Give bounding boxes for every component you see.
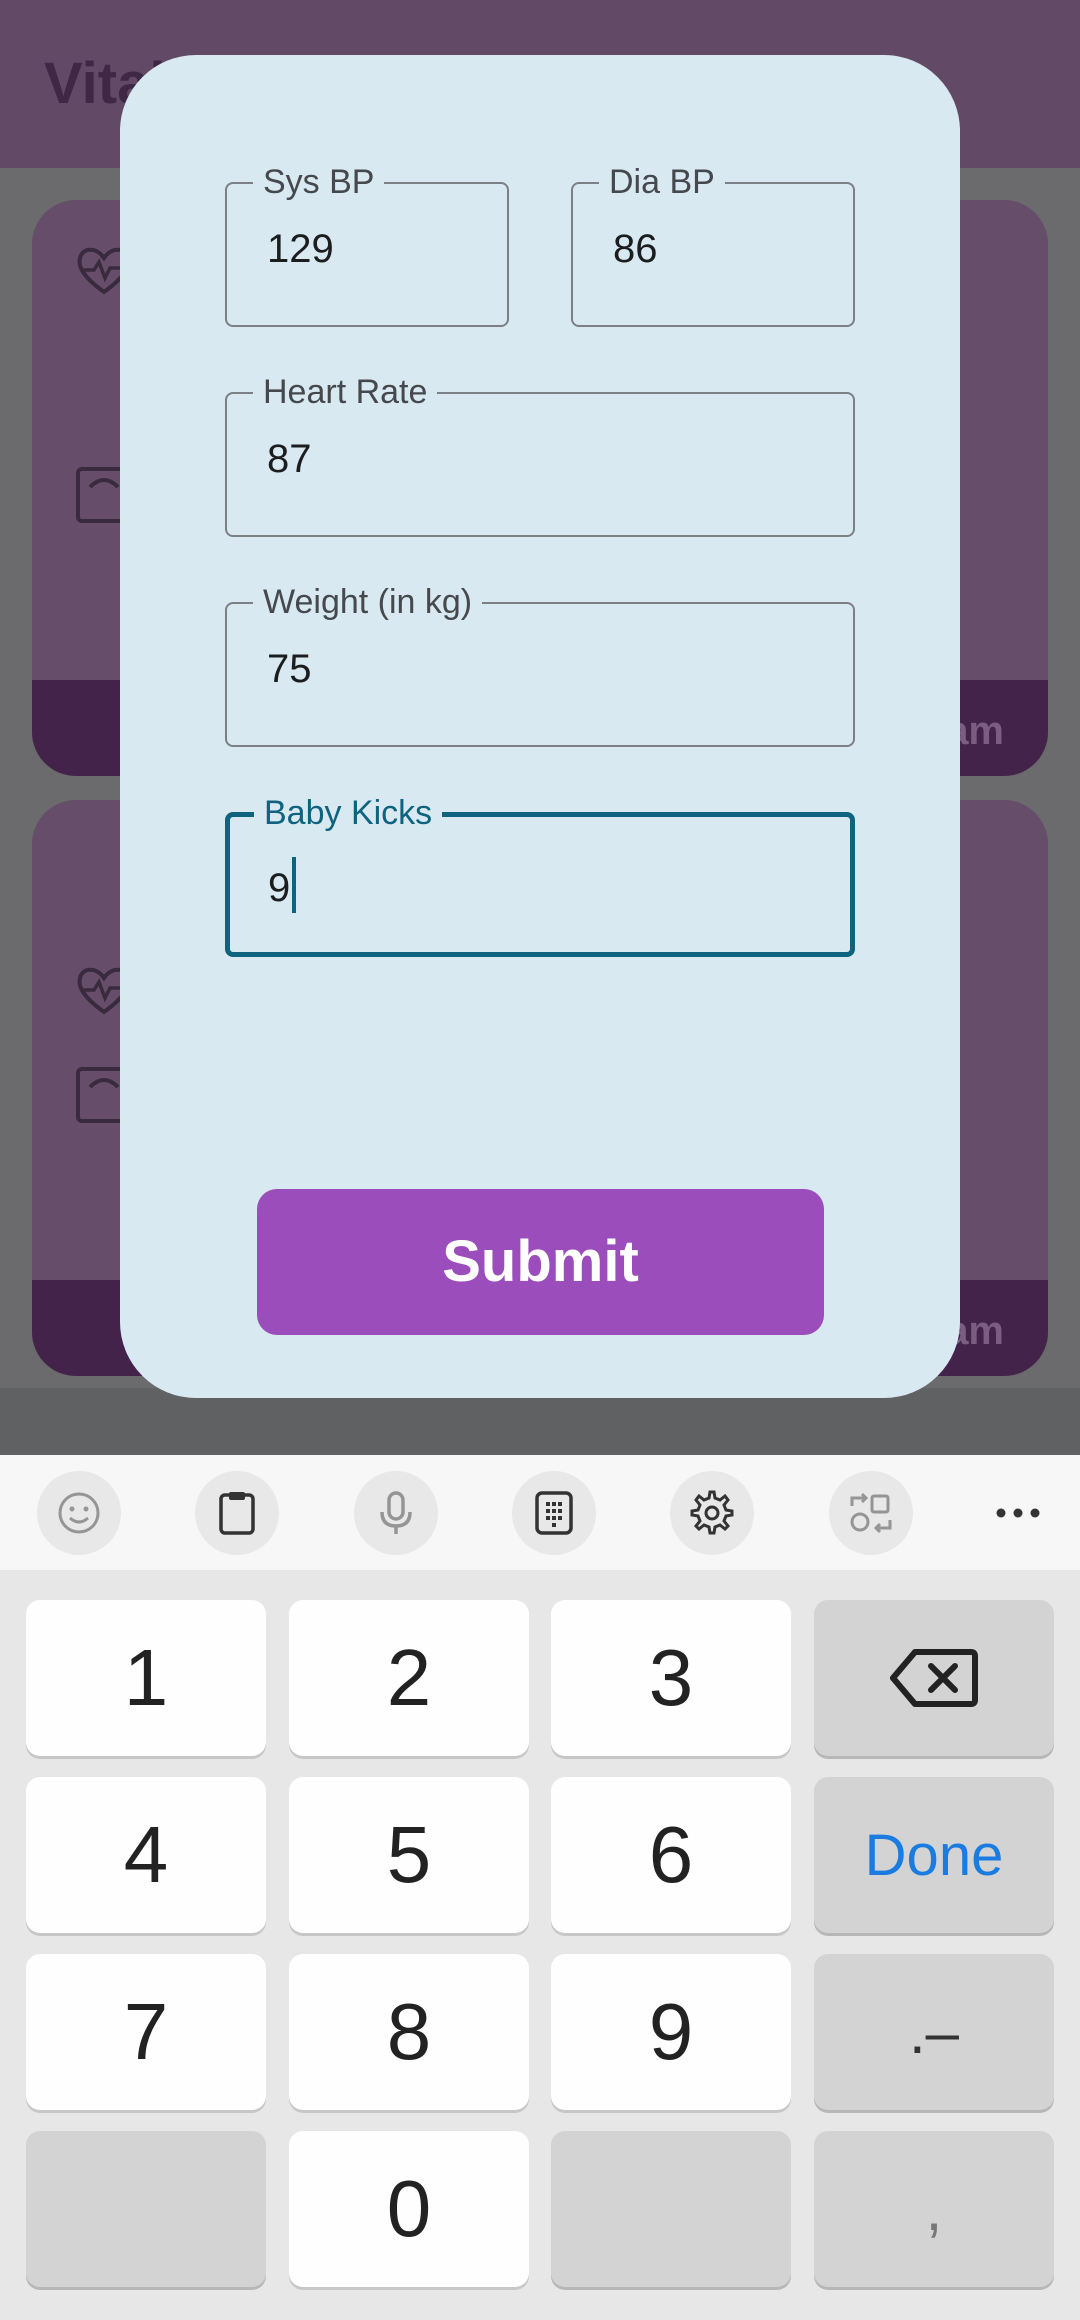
key-9[interactable]: 9 xyxy=(551,1954,791,2110)
translate-icon xyxy=(850,1492,892,1534)
heart-rate-value[interactable]: 87 xyxy=(267,436,312,482)
key-5[interactable]: 5 xyxy=(289,1777,529,1933)
text-caret xyxy=(292,857,297,913)
dia-bp-label: Dia BP xyxy=(599,162,725,202)
submit-button[interactable]: Submit xyxy=(257,1189,824,1335)
clipboard-icon xyxy=(219,1492,255,1535)
key-8[interactable]: 8 xyxy=(289,1954,529,2110)
mic-icon xyxy=(380,1491,412,1534)
backspace-key[interactable] xyxy=(814,1600,1054,1756)
numeric-keyboard: 1 2 3 4 5 6 Done 7 8 9 .– 0 , xyxy=(0,1570,1080,2320)
more-options-button[interactable] xyxy=(976,1471,1060,1555)
weight-field[interactable]: Weight (in kg) 75 xyxy=(225,582,855,747)
key-7[interactable]: 7 xyxy=(26,1954,266,2110)
baby-kicks-label: Baby Kicks xyxy=(254,793,443,833)
key-3[interactable]: 3 xyxy=(551,1600,791,1756)
key-4[interactable]: 4 xyxy=(26,1777,266,1933)
add-vitals-dialog: Sys BP 129 Dia BP 86 Heart Rate 87 Weigh… xyxy=(120,55,960,1398)
blank-key-left xyxy=(26,2131,266,2287)
heart-rate-label: Heart Rate xyxy=(253,372,438,412)
keyboard-layout-icon xyxy=(535,1491,573,1535)
keyboard-layout-button[interactable] xyxy=(512,1471,596,1555)
dia-bp-field[interactable]: Dia BP 86 xyxy=(571,162,855,327)
clipboard-button[interactable] xyxy=(195,1471,279,1555)
done-key[interactable]: Done xyxy=(814,1777,1054,1933)
key-0[interactable]: 0 xyxy=(289,2131,529,2287)
emoji-button[interactable] xyxy=(37,1471,121,1555)
comma-key[interactable]: , xyxy=(814,2131,1054,2287)
baby-kicks-field[interactable]: Baby Kicks 9 xyxy=(225,793,855,957)
more-icon xyxy=(996,1508,1040,1518)
sys-bp-label: Sys BP xyxy=(253,162,385,202)
key-6[interactable]: 6 xyxy=(551,1777,791,1933)
baby-kicks-input[interactable]: 9 xyxy=(268,857,297,913)
weight-label: Weight (in kg) xyxy=(253,582,483,622)
key-2[interactable]: 2 xyxy=(289,1600,529,1756)
backspace-icon xyxy=(890,1649,978,1707)
heart-rate-field[interactable]: Heart Rate 87 xyxy=(225,372,855,537)
sys-bp-field[interactable]: Sys BP 129 xyxy=(225,162,509,327)
baby-kicks-value: 9 xyxy=(268,866,291,910)
dia-bp-value[interactable]: 86 xyxy=(613,226,658,272)
dot-dash-key[interactable]: .– xyxy=(814,1954,1054,2110)
translate-button[interactable] xyxy=(829,1471,913,1555)
voice-input-button[interactable] xyxy=(354,1471,438,1555)
key-1[interactable]: 1 xyxy=(26,1600,266,1756)
blank-key-right xyxy=(551,2131,791,2287)
sys-bp-value[interactable]: 129 xyxy=(267,226,334,272)
keyboard-toolbar xyxy=(0,1455,1080,1570)
settings-icon xyxy=(690,1490,734,1535)
settings-button[interactable] xyxy=(670,1471,754,1555)
emoji-icon xyxy=(58,1492,100,1534)
weight-value[interactable]: 75 xyxy=(267,646,312,692)
